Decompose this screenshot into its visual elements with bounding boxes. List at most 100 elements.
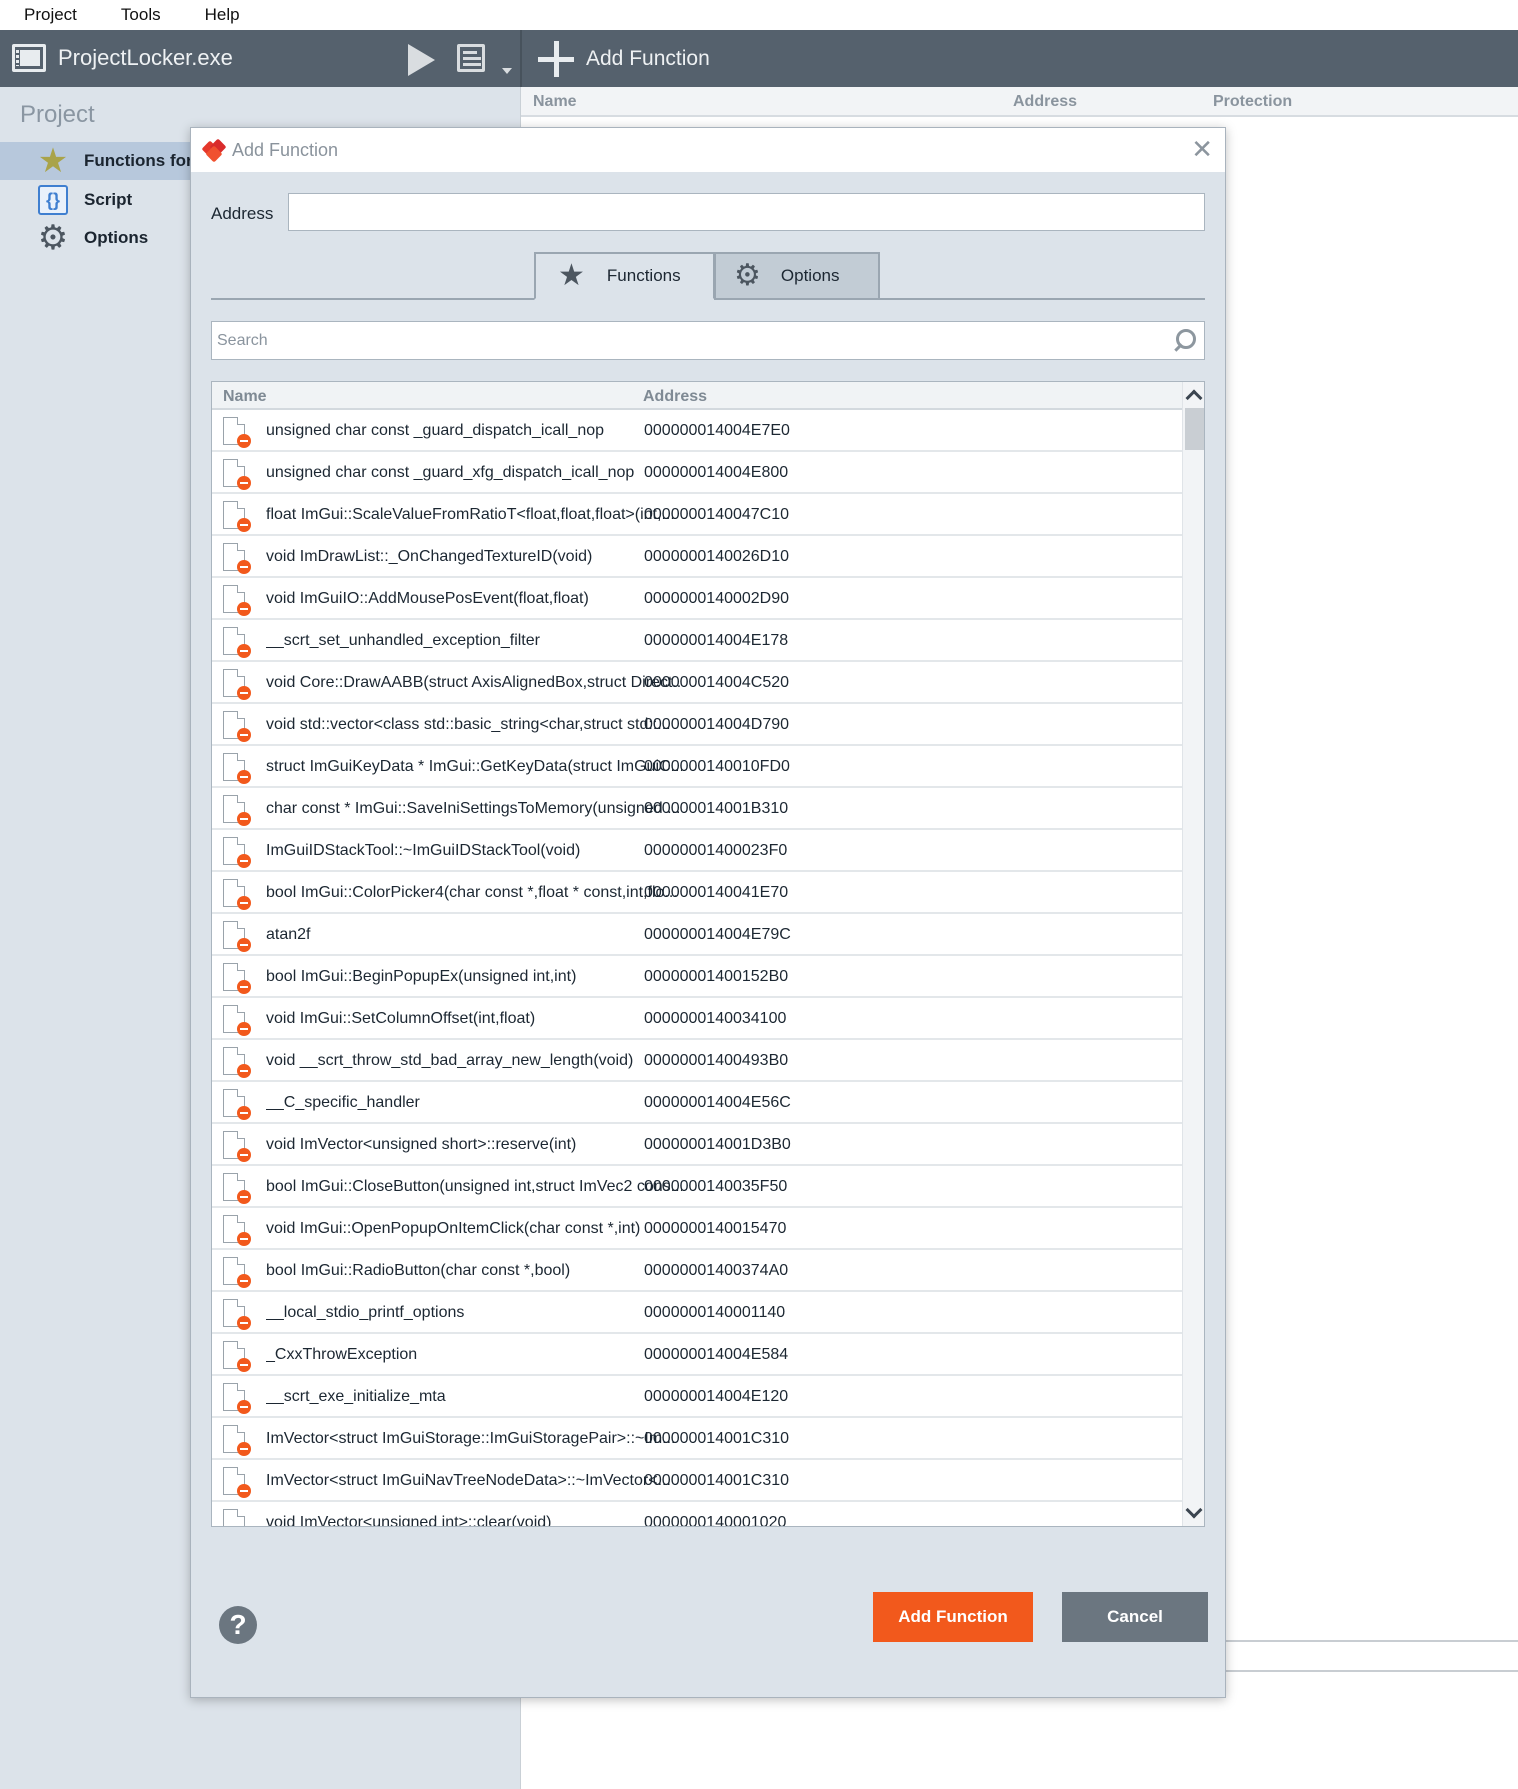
unprotected-function-icon	[223, 795, 251, 826]
column-name[interactable]: Name	[533, 93, 577, 111]
scrollbar-thumb[interactable]	[1185, 408, 1204, 450]
chevron-down-icon	[502, 68, 512, 74]
function-rows: unsigned char const _guard_dispatch_ical…	[212, 410, 1182, 1527]
sidebar-item-label: Options	[84, 228, 149, 247]
function-name: char const * ImGui::SaveIniSettingsToMem…	[266, 800, 681, 817]
tab-options[interactable]: ⚙ Options	[714, 252, 880, 300]
function-name: _CxxThrowException	[266, 1346, 418, 1363]
chevron-down-icon[interactable]	[1185, 1501, 1203, 1519]
star-icon: ★	[37, 142, 69, 180]
function-address: 000000014004E56C	[644, 1094, 791, 1111]
table-row[interactable]: void ImGuiIO::AddMousePosEvent(float,flo…	[212, 578, 1182, 620]
unprotected-function-icon	[223, 1509, 245, 1526]
close-icon[interactable]: ✕	[1191, 136, 1213, 162]
search-icon[interactable]	[1172, 327, 1198, 353]
address-input[interactable]	[288, 193, 1205, 231]
menu-tools[interactable]: Tools	[97, 5, 181, 25]
functions-table-header: Name Address Protection	[521, 87, 1518, 117]
unprotected-function-icon	[223, 1257, 251, 1288]
table-row[interactable]: bool ImGui::CloseButton(unsigned int,str…	[212, 1166, 1182, 1208]
table-row[interactable]: unsigned char const _guard_dispatch_ical…	[212, 410, 1182, 452]
function-address: 000000014001B310	[644, 800, 789, 817]
column-address[interactable]: Address	[643, 388, 707, 406]
function-name: void ImGuiIO::AddMousePosEvent(float,flo…	[266, 590, 589, 607]
table-row[interactable]: bool ImGui::BeginPopupEx(unsigned int,in…	[212, 956, 1182, 998]
column-protection[interactable]: Protection	[1213, 93, 1292, 111]
table-row[interactable]: void ImGui::SetColumnOffset(int,float) 00…	[212, 998, 1182, 1040]
app-logo-icon	[201, 138, 227, 163]
unprotected-function-icon	[223, 753, 251, 784]
function-address: 00000001400493B0	[644, 1052, 789, 1069]
function-address: 000000014004E120	[644, 1388, 789, 1405]
unprotected-function-icon	[223, 837, 251, 868]
function-name: ImVector<struct ImGuiNavTreeNodeData>::~…	[266, 1472, 671, 1489]
function-name: bool ImGui::CloseButton(unsigned int,str…	[266, 1178, 682, 1195]
table-row[interactable]: void std::vector<class std::basic_string…	[212, 704, 1182, 746]
function-name: void ImVector<unsigned short>::reserve(i…	[266, 1136, 577, 1153]
help-icon[interactable]: ?	[219, 1606, 257, 1644]
table-row[interactable]: void ImDrawList::_OnChangedTextureID(voi…	[212, 536, 1182, 578]
function-name: unsigned char const _guard_xfg_dispatch_…	[266, 464, 635, 481]
unprotected-function-icon	[223, 963, 251, 994]
tab-label: Functions	[606, 266, 681, 285]
function-name: void ImVector<unsigned int>::clear(void)	[266, 1514, 552, 1527]
search-placeholder: Search	[217, 332, 268, 349]
unprotected-function-icon	[223, 1467, 251, 1498]
cancel-button[interactable]: Cancel	[1062, 1592, 1208, 1642]
column-address[interactable]: Address	[1013, 93, 1077, 111]
menu-project[interactable]: Project	[0, 5, 97, 25]
table-row[interactable]: unsigned char const _guard_xfg_dispatch_…	[212, 452, 1182, 494]
function-name: ImVector<struct ImGuiStorage::ImGuiStora…	[266, 1430, 676, 1447]
table-row[interactable]: struct ImGuiKeyData * ImGui::GetKeyData(…	[212, 746, 1182, 788]
sidebar-item-label: Script	[84, 190, 133, 209]
divider	[1221, 1640, 1518, 1642]
vertical-scrollbar[interactable]	[1182, 382, 1204, 1526]
function-name: float ImGui::ScaleValueFromRatioT<float,…	[266, 506, 675, 523]
function-address: 000000014004C520	[644, 674, 790, 691]
toolbar-divider	[520, 30, 522, 87]
table-row[interactable]: atan2f 000000014004E79C	[212, 914, 1182, 956]
function-name: void std::vector<class std::basic_string…	[266, 716, 671, 733]
table-row[interactable]: void __scrt_throw_std_bad_array_new_leng…	[212, 1040, 1182, 1082]
function-name: __local_stdio_printf_options	[266, 1304, 465, 1321]
table-row[interactable]: void ImVector<unsigned short>::reserve(i…	[212, 1124, 1182, 1166]
table-row[interactable]: ImGuiIDStackTool::~ImGuiIDStackTool(void…	[212, 830, 1182, 872]
unprotected-function-icon	[223, 1089, 251, 1120]
search-input[interactable]: Search	[211, 321, 1205, 360]
table-row[interactable]: __C_specific_handler 000000014004E56C	[212, 1082, 1182, 1124]
table-row[interactable]: __local_stdio_printf_options 000000014000…	[212, 1292, 1182, 1334]
unprotected-function-icon	[223, 627, 251, 658]
table-row[interactable]: void ImVector<unsigned int>::clear(void)…	[212, 1502, 1182, 1527]
sidebar-heading: Project	[20, 101, 95, 128]
function-address: 0000000140034100	[644, 1010, 787, 1027]
unprotected-function-icon	[223, 501, 251, 532]
column-name[interactable]: Name	[223, 388, 267, 406]
chevron-up-icon[interactable]	[1185, 389, 1203, 407]
function-name: __scrt_set_unhandled_exception_filter	[266, 632, 540, 649]
table-row[interactable]: _CxxThrowException 000000014004E584	[212, 1334, 1182, 1376]
menu-help[interactable]: Help	[181, 5, 260, 25]
table-row[interactable]: __scrt_exe_initialize_mta 000000014004E12…	[212, 1376, 1182, 1418]
function-address: 0000000140047C10	[644, 506, 790, 523]
table-row[interactable]: ImVector<struct ImGuiNavTreeNodeData>::~…	[212, 1460, 1182, 1502]
table-row[interactable]: ImVector<struct ImGuiStorage::ImGuiStora…	[212, 1418, 1182, 1460]
table-row[interactable]: float ImGui::ScaleValueFromRatioT<float,…	[212, 494, 1182, 536]
add-function-toolbar-button[interactable]: Add Function	[538, 38, 710, 80]
unprotected-function-icon	[223, 585, 251, 616]
tab-functions[interactable]: ★ Functions	[534, 252, 715, 300]
table-row[interactable]: bool ImGui::RadioButton(char const *,boo…	[212, 1250, 1182, 1292]
table-row[interactable]: __scrt_set_unhandled_exception_filter 000…	[212, 620, 1182, 662]
add-function-button[interactable]: Add Function	[873, 1592, 1033, 1642]
unprotected-function-icon	[223, 1131, 251, 1162]
table-row[interactable]: void ImGui::OpenPopupOnItemClick(char co…	[212, 1208, 1182, 1250]
function-address: 0000000140002D90	[644, 590, 790, 607]
table-row[interactable]: bool ImGui::ColorPicker4(char const *,fl…	[212, 872, 1182, 914]
play-icon[interactable]	[408, 44, 435, 76]
function-name: bool ImGui::BeginPopupEx(unsigned int,in…	[266, 968, 577, 985]
add-function-toolbar-label: Add Function	[586, 47, 710, 70]
function-address: 0000000140035F50	[644, 1178, 788, 1195]
table-row[interactable]: void Core::DrawAABB(struct AxisAlignedBo…	[212, 662, 1182, 704]
gear-icon: ⚙	[37, 219, 69, 257]
table-row[interactable]: char const * ImGui::SaveIniSettingsToMem…	[212, 788, 1182, 830]
script-menu-button[interactable]	[457, 44, 512, 74]
